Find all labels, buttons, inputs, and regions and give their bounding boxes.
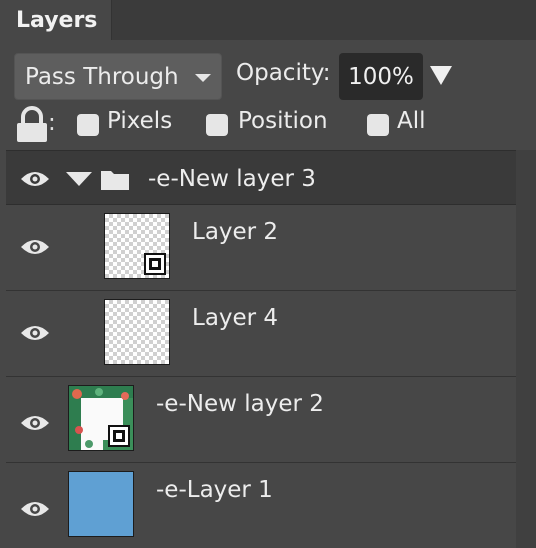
lock-icon	[17, 106, 47, 142]
lock-all-label: All	[397, 108, 426, 134]
chevron-down-icon	[195, 74, 211, 82]
layer-name: -e-Layer 1	[156, 477, 273, 503]
eye-icon[interactable]	[20, 169, 50, 189]
group-expand-triangle-icon[interactable]	[66, 172, 92, 186]
opacity-input[interactable]: 100%	[339, 53, 423, 100]
layer-thumbnail	[104, 299, 170, 365]
opacity-dropdown-arrow-icon[interactable]	[430, 66, 452, 85]
blend-mode-value: Pass Through	[25, 63, 179, 90]
lock-pixels-label: Pixels	[107, 108, 173, 134]
eye-icon[interactable]	[20, 413, 50, 433]
lock-label: :	[48, 110, 56, 136]
layer-name: Layer 2	[192, 219, 279, 245]
layer-name: -e-New layer 2	[156, 391, 324, 417]
tab-layers[interactable]: Layers	[0, 0, 112, 40]
scrollbar[interactable]	[516, 150, 536, 548]
lock-all-checkbox[interactable]	[367, 114, 389, 136]
eye-icon[interactable]	[20, 237, 50, 257]
floral-wreath-thumbnail	[68, 385, 134, 451]
layer-row-group[interactable]: -e-New layer 3	[6, 150, 516, 205]
panel-tab-bar: Layers	[0, 0, 536, 40]
eye-icon[interactable]	[20, 499, 50, 519]
blend-mode-dropdown[interactable]: Pass Through	[14, 53, 222, 100]
layer-name: -e-New layer 3	[148, 166, 316, 192]
layer-row[interactable]: -e-New layer 2	[6, 377, 516, 463]
layer-row[interactable]: -e-Layer 1	[6, 463, 516, 548]
layer-name: Layer 4	[192, 305, 279, 331]
lock-position-label: Position	[238, 108, 328, 134]
layers-list: -e-New layer 3 Layer 2 Layer 4 -e-New la…	[6, 150, 516, 548]
layer-thumbnail	[104, 213, 170, 279]
layer-row[interactable]: Layer 4	[6, 291, 516, 377]
smart-object-icon	[108, 425, 130, 447]
layer-row[interactable]: Layer 2	[6, 205, 516, 291]
folder-icon	[101, 171, 129, 190]
layer-thumbnail	[68, 471, 134, 537]
smart-object-icon	[144, 253, 166, 275]
eye-icon[interactable]	[20, 323, 50, 343]
opacity-label: Opacity:	[236, 60, 331, 86]
lock-pixels-checkbox[interactable]	[77, 114, 99, 136]
lock-position-checkbox[interactable]	[206, 114, 228, 136]
